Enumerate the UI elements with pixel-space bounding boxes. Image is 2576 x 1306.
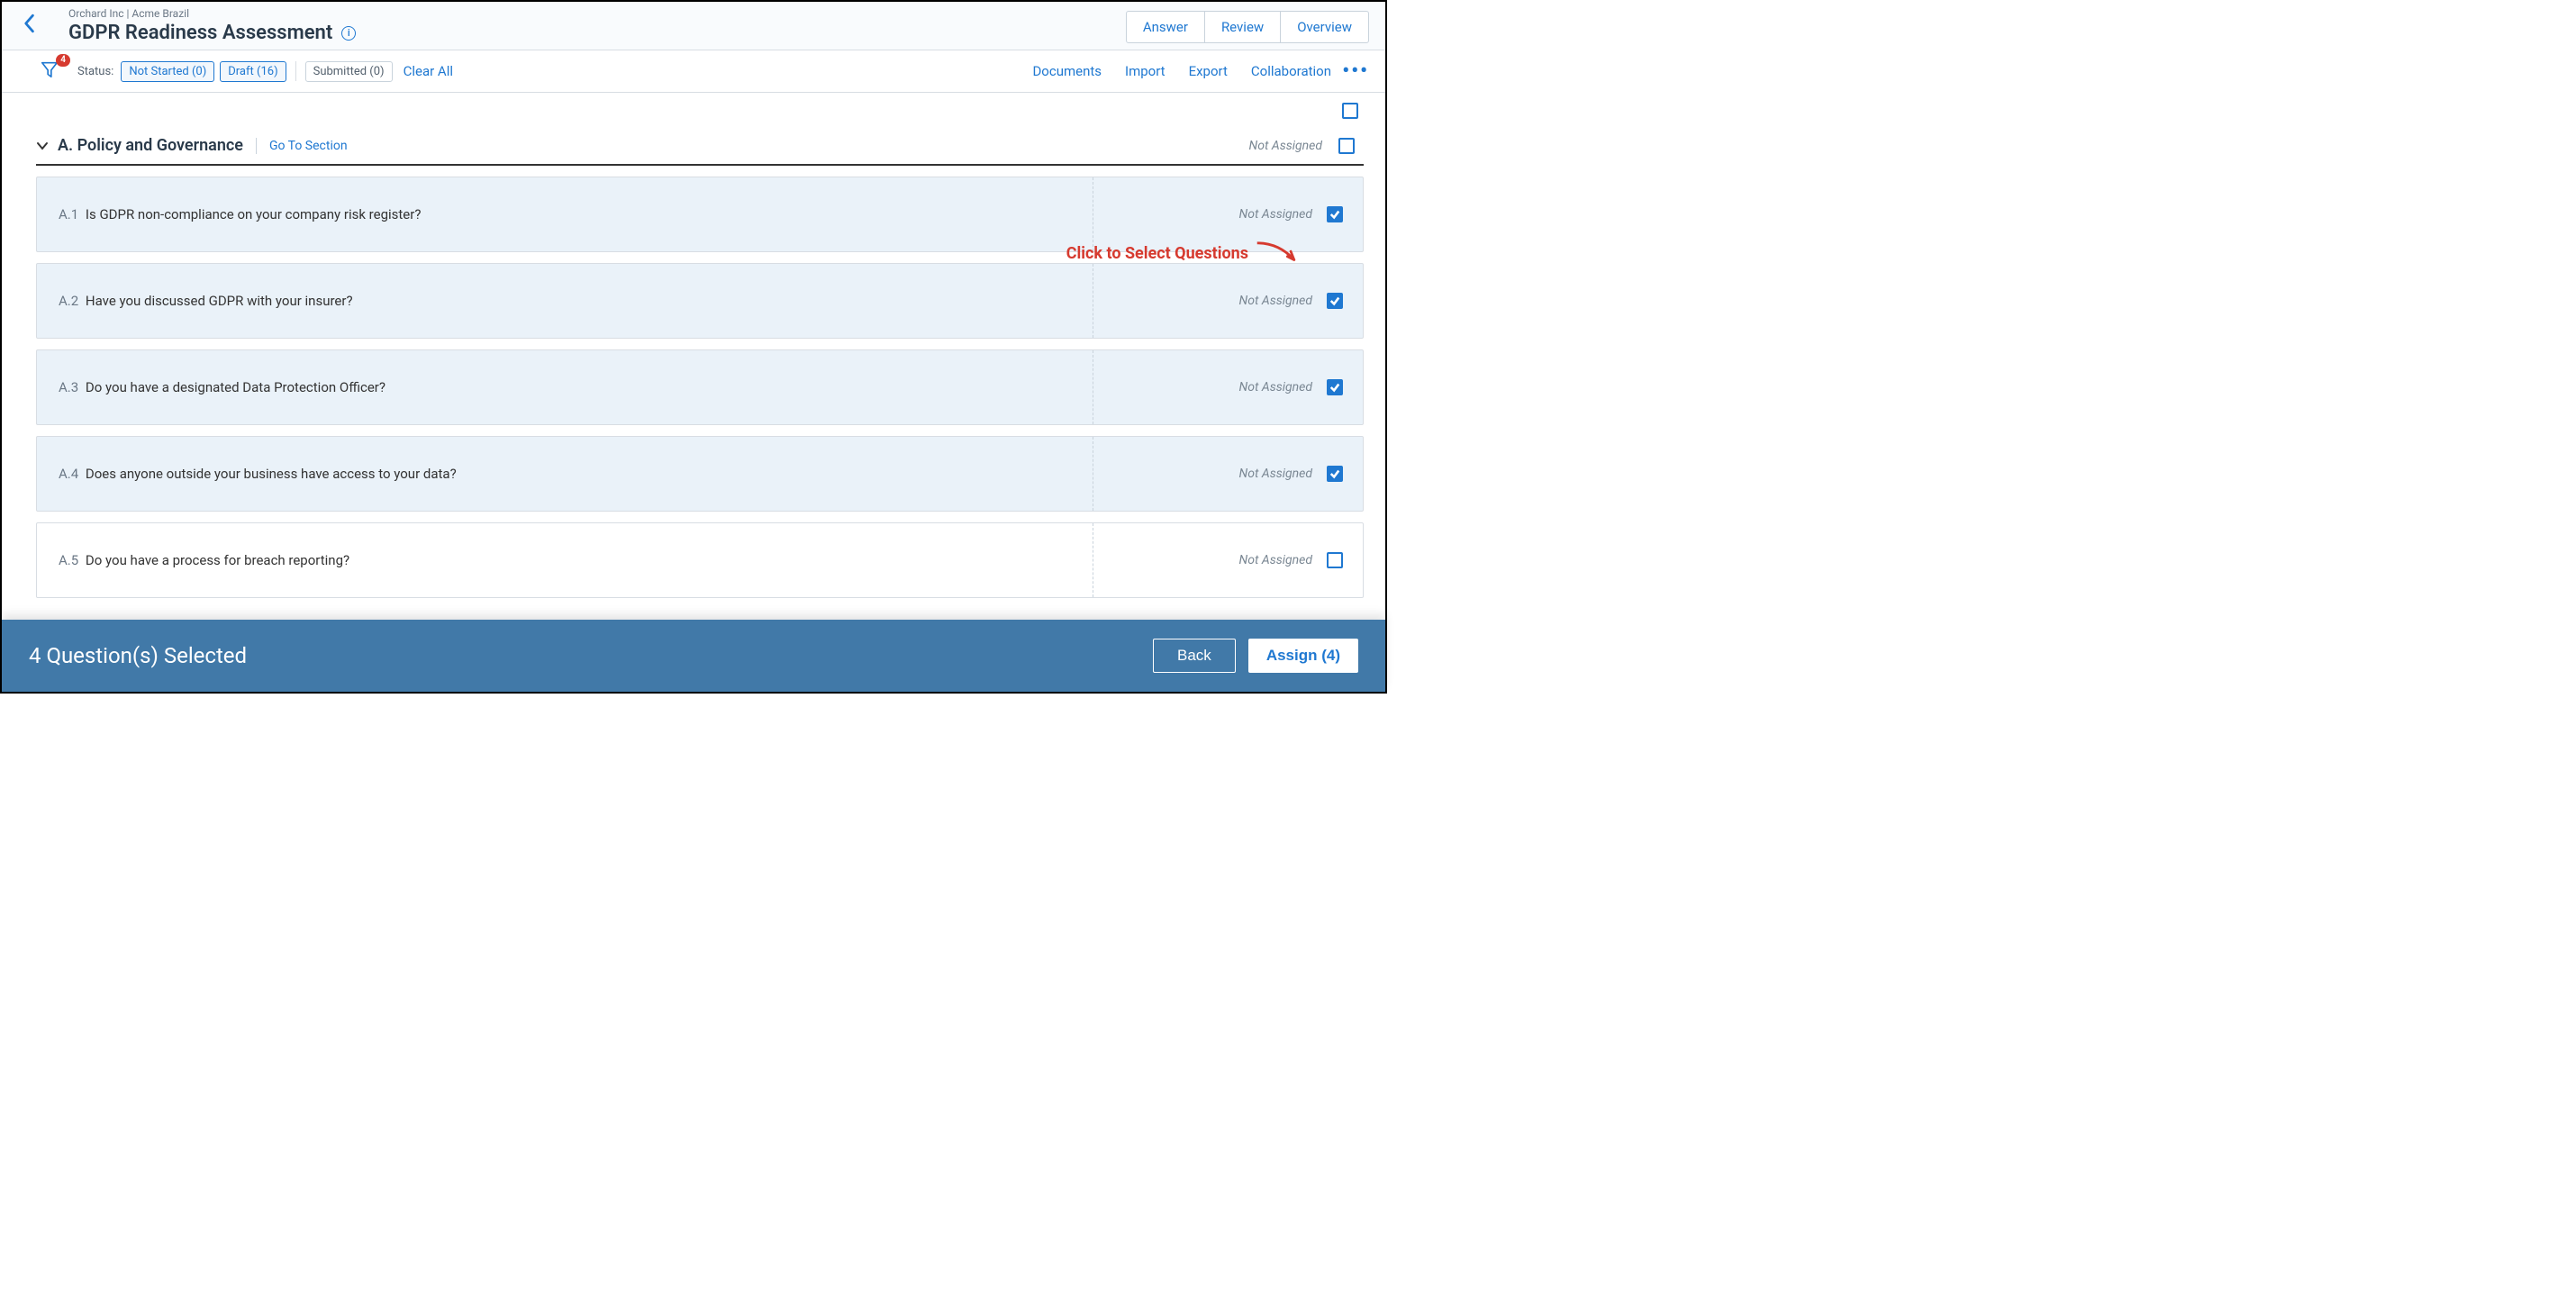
question-checkbox[interactable]	[1327, 206, 1343, 222]
filter-pill-submitted[interactable]: Submitted (0)	[305, 61, 393, 82]
import-link[interactable]: Import	[1125, 63, 1166, 79]
divider	[295, 61, 296, 81]
question-number: A.3	[59, 379, 78, 395]
export-link[interactable]: Export	[1189, 63, 1228, 79]
back-button-footer[interactable]: Back	[1153, 639, 1236, 673]
question-number: A.5	[59, 552, 78, 568]
collaboration-link[interactable]: Collaboration	[1251, 63, 1331, 79]
annotation-text: Click to Select Questions	[1066, 244, 1248, 263]
question-text: A.4 Does anyone outside your business ha…	[37, 466, 1093, 482]
question-row[interactable]: A.4 Does anyone outside your business ha…	[36, 436, 1364, 512]
arrow-icon	[1254, 237, 1304, 269]
question-status: Not Assigned	[1239, 380, 1312, 395]
back-button[interactable]	[16, 7, 41, 40]
more-menu-button[interactable]: •••	[1342, 60, 1369, 83]
question-text: A.1 Is GDPR non-compliance on your compa…	[37, 206, 1093, 222]
chevron-left-icon	[23, 14, 35, 33]
question-text: A.2 Have you discussed GDPR with your in…	[37, 293, 1093, 309]
section-status: Not Assigned	[1249, 139, 1322, 153]
question-text: A.3 Do you have a designated Data Protec…	[37, 379, 1093, 395]
annotation-callout: Click to Select Questions	[1066, 237, 1304, 269]
question-body: Is GDPR non-compliance on your company r…	[86, 206, 422, 222]
chevron-down-icon[interactable]	[36, 140, 49, 152]
question-checkbox[interactable]	[1327, 466, 1343, 482]
question-status: Not Assigned	[1239, 467, 1312, 481]
status-label: Status:	[77, 65, 113, 78]
question-status: Not Assigned	[1239, 553, 1312, 567]
question-status: Not Assigned	[1239, 294, 1312, 308]
filter-pill-not-started[interactable]: Not Started (0)	[121, 61, 214, 82]
page-title: GDPR Readiness Assessment	[68, 22, 332, 44]
question-number: A.1	[59, 206, 78, 222]
tab-overview[interactable]: Overview	[1280, 11, 1369, 43]
question-row[interactable]: A.5 Do you have a process for breach rep…	[36, 522, 1364, 598]
section-checkbox[interactable]	[1338, 138, 1355, 154]
question-body: Does anyone outside your business have a…	[86, 466, 457, 482]
question-row[interactable]: A.3 Do you have a designated Data Protec…	[36, 349, 1364, 425]
tab-review[interactable]: Review	[1204, 11, 1281, 43]
filter-button[interactable]: 4	[40, 59, 63, 83]
question-body: Do you have a designated Data Protection…	[86, 379, 385, 395]
goto-section-link[interactable]: Go To Section	[269, 139, 348, 153]
question-checkbox[interactable]	[1327, 379, 1343, 395]
filter-pill-draft[interactable]: Draft (16)	[220, 61, 286, 82]
select-all-checkbox[interactable]	[1342, 103, 1358, 119]
section-title: A. Policy and Governance	[58, 136, 243, 155]
question-body: Have you discussed GDPR with your insure…	[86, 293, 353, 309]
documents-link[interactable]: Documents	[1032, 63, 1102, 79]
breadcrumb: Orchard Inc | Acme Brazil	[68, 7, 356, 20]
info-icon[interactable]: i	[341, 26, 356, 41]
question-checkbox[interactable]	[1327, 552, 1343, 568]
filter-badge: 4	[56, 54, 70, 67]
clear-all-link[interactable]: Clear All	[404, 63, 453, 79]
question-checkbox[interactable]	[1327, 293, 1343, 309]
selection-count: 4 Question(s) Selected	[29, 643, 247, 668]
tab-answer[interactable]: Answer	[1126, 11, 1205, 43]
question-status: Not Assigned	[1239, 207, 1312, 222]
divider	[256, 138, 257, 154]
question-number: A.2	[59, 293, 78, 309]
assign-button[interactable]: Assign (4)	[1248, 639, 1358, 673]
question-text: A.5 Do you have a process for breach rep…	[37, 552, 1093, 568]
question-row[interactable]: A.2 Have you discussed GDPR with your in…	[36, 263, 1364, 339]
question-body: Do you have a process for breach reporti…	[86, 552, 349, 568]
question-number: A.4	[59, 466, 78, 482]
